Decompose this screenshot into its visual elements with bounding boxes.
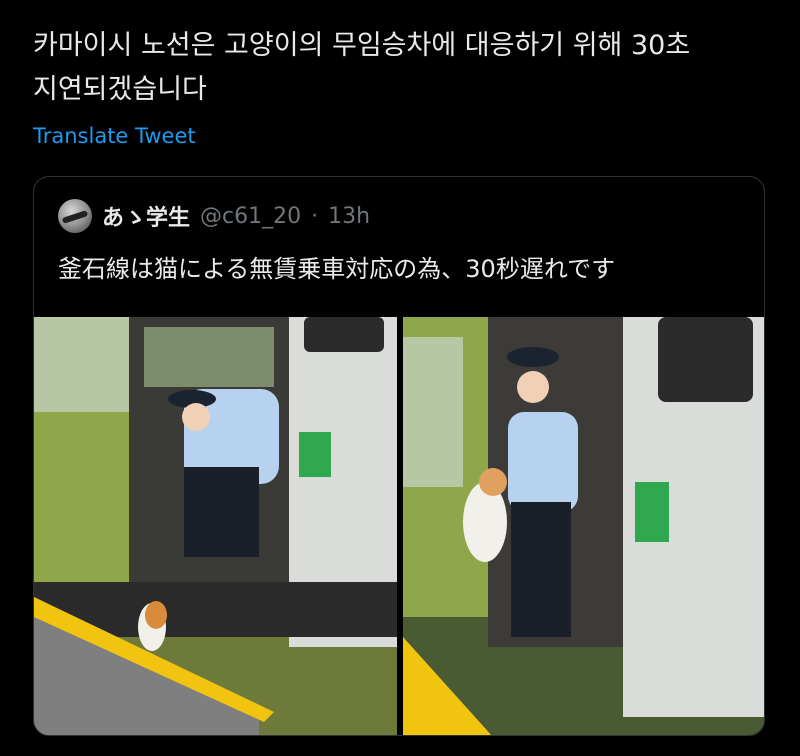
photo-grid	[34, 317, 764, 735]
separator-dot: ·	[311, 203, 319, 229]
quoted-tweet-card[interactable]: あゝ学生 @c61_20 · 13h 釜石線は猫による無賃乗車対応の為、30秒遅…	[33, 176, 765, 736]
translate-tweet-link[interactable]: Translate Tweet	[33, 124, 196, 148]
tweet-text: 카마이시 노선은 고양이의 무임승차에 대응하기 위해 30초 지연되겠습니다	[33, 30, 691, 105]
author-handle[interactable]: @c61_20	[200, 204, 301, 229]
tweet-time[interactable]: 13h	[328, 204, 370, 229]
avatar[interactable]	[58, 199, 92, 233]
photo-conductor-reaching-cat[interactable]	[34, 317, 397, 735]
quoted-tweet-text: 釜石線は猫による無賃乗車対応の為、30秒遅れです	[58, 255, 616, 283]
author-name[interactable]: あゝ学生	[102, 200, 190, 232]
photo-conductor-carrying-cat[interactable]	[403, 317, 764, 735]
quoted-tweet-header: あゝ学生 @c61_20 · 13h	[58, 199, 370, 233]
